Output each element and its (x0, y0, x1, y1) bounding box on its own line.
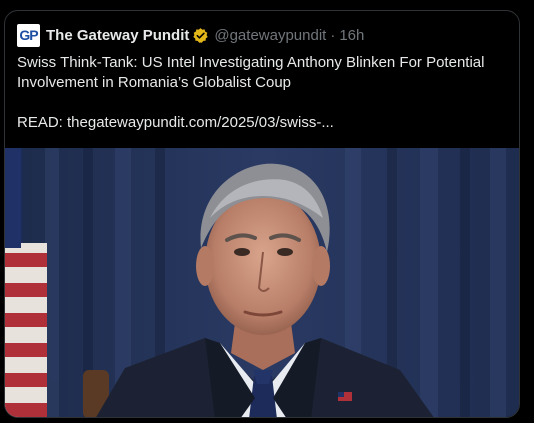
verified-badge-icon[interactable] (192, 27, 209, 44)
tweet-link[interactable]: READ: thegatewaypundit.com/2025/03/swiss… (17, 113, 512, 133)
separator-dot: · (330, 26, 336, 44)
tweet-text: Swiss Think-Tank: US Intel Investigating… (17, 53, 512, 133)
author-name[interactable]: The Gateway Pundit (46, 27, 189, 44)
timestamp[interactable]: 16h (339, 27, 364, 44)
tweet-header: GP The Gateway Pundit @gatewaypundit · 1… (17, 23, 364, 47)
avatar-logo-text: GP (19, 27, 38, 43)
author-handle[interactable]: @gatewaypundit (214, 27, 326, 44)
portrait-photo-icon (5, 148, 519, 417)
tweet-card[interactable]: GP The Gateway Pundit @gatewaypundit · 1… (4, 10, 520, 418)
tweet-media-photo[interactable] (5, 148, 519, 417)
tweet-headline: Swiss Think-Tank: US Intel Investigating… (17, 54, 485, 91)
avatar[interactable]: GP (17, 23, 40, 47)
